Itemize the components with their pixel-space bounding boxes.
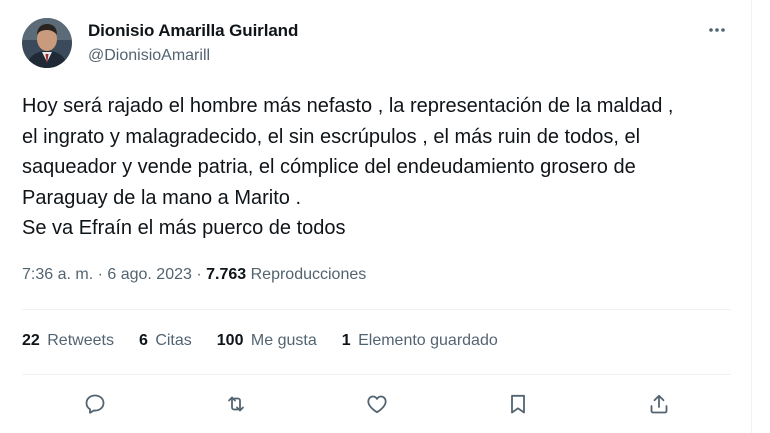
profile-photo-icon	[22, 18, 72, 68]
divider	[22, 309, 731, 310]
tweet-text-line: Hoy será rajado el hombre más nefasto , …	[22, 95, 674, 117]
quotes-count: 6	[138, 332, 148, 349]
reply-button[interactable]	[77, 386, 113, 422]
reply-icon	[85, 394, 105, 414]
author-handle[interactable]: @DionisioAmarill	[88, 46, 298, 66]
bookmark-icon	[511, 394, 525, 414]
share-button[interactable]	[641, 386, 677, 422]
author-block: Dionisio Amarilla Guirland @DionisioAmar…	[88, 21, 298, 66]
views-count: 7.763	[206, 266, 247, 283]
share-icon	[650, 394, 668, 414]
like-icon	[367, 395, 387, 414]
retweets-count: 22	[22, 332, 40, 349]
likes-count: 100	[216, 332, 244, 349]
retweet-button[interactable]	[218, 386, 254, 422]
tweet-text: Hoy será rajado el hombre más nefasto , …	[22, 91, 737, 244]
avatar[interactable]	[22, 18, 72, 68]
author-name[interactable]: Dionisio Amarilla Guirland	[88, 21, 298, 41]
action-bar	[22, 386, 731, 422]
more-icon	[709, 28, 725, 32]
meta-separator: ·	[93, 266, 108, 283]
likes-stat[interactable]: 100 Me gusta	[217, 330, 317, 352]
retweets-stat[interactable]: 22 Retweets	[22, 330, 114, 352]
likes-label: Me gusta	[250, 332, 317, 349]
tweet-card: Dionisio Amarilla Guirland @DionisioAmar…	[0, 0, 752, 433]
tweet-meta: 7:36 a. m. · 6 ago. 2023 · 7.763 Reprodu…	[22, 264, 366, 286]
bookmark-button[interactable]	[500, 386, 536, 422]
quotes-label: Citas	[155, 332, 192, 349]
tweet-date[interactable]: 6 ago. 2023	[107, 266, 192, 283]
tweet-text-line: el ingrato y malagradecido, el sin escrú…	[22, 125, 641, 148]
bookmarks-stat[interactable]: 1 Elemento guardado	[342, 330, 498, 352]
tweet-text-line: Paraguay de la mano a Marito .	[22, 186, 302, 209]
divider	[22, 374, 731, 375]
retweets-label: Retweets	[47, 332, 114, 349]
more-options-button[interactable]	[705, 18, 729, 42]
quotes-stat[interactable]: 6 Citas	[139, 330, 192, 352]
tweet-time[interactable]: 7:36 a. m.	[22, 266, 93, 283]
tweet-stats: 22 Retweets 6 Citas 100 Me gusta 1 Eleme…	[22, 330, 498, 352]
views-label: Reproducciones	[246, 266, 367, 283]
bookmarks-label: Elemento guardado	[358, 332, 498, 349]
like-button[interactable]	[359, 386, 395, 422]
tweet-text-line: Se va Efraín el más puerco de todos	[22, 217, 346, 239]
tweet-text-line: saqueador y vende patria, el cómplice de…	[22, 156, 636, 178]
bookmarks-count: 1	[341, 332, 351, 349]
meta-separator: ·	[191, 266, 207, 283]
retweet-icon	[228, 396, 244, 412]
